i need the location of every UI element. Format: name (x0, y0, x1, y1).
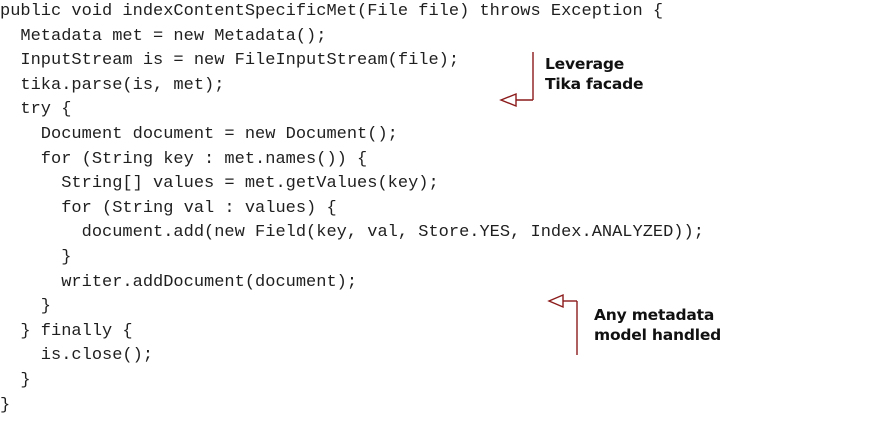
code-line: document.add(new Field(key, val, Store.Y… (0, 223, 704, 243)
code-line: String[] values = met.getValues(key); (0, 174, 439, 194)
code-line: for (String val : values) { (0, 198, 337, 218)
code-line: try { (0, 100, 72, 120)
code-line: is.close(); (0, 346, 154, 366)
callout-arrow-tika-facade (499, 52, 534, 108)
callout-arrow-metadata-model (547, 293, 578, 355)
code-line: } (0, 395, 11, 415)
code-line: public void indexContentSpecificMet(File… (0, 2, 664, 21)
annotation-metadata-model: Any metadata model handled (594, 305, 721, 345)
arrowhead-icon (547, 293, 564, 309)
arrowhead-icon (499, 92, 517, 108)
code-line: } (0, 370, 31, 390)
code-line: Document document = new Document(); (0, 124, 398, 144)
code-line: writer.addDocument(document); (0, 272, 358, 292)
annotation-line: Leverage (545, 55, 625, 73)
annotation-tika-facade: Leverage Tika facade (545, 54, 644, 94)
code-line: } (0, 247, 72, 267)
annotation-line: Tika facade (545, 75, 644, 93)
code-line: for (String key : met.names()) { (0, 149, 368, 169)
code-line: Metadata met = new Metadata(); (0, 26, 327, 46)
annotation-line: Any metadata (594, 306, 715, 324)
annotation-line: model handled (594, 326, 722, 344)
